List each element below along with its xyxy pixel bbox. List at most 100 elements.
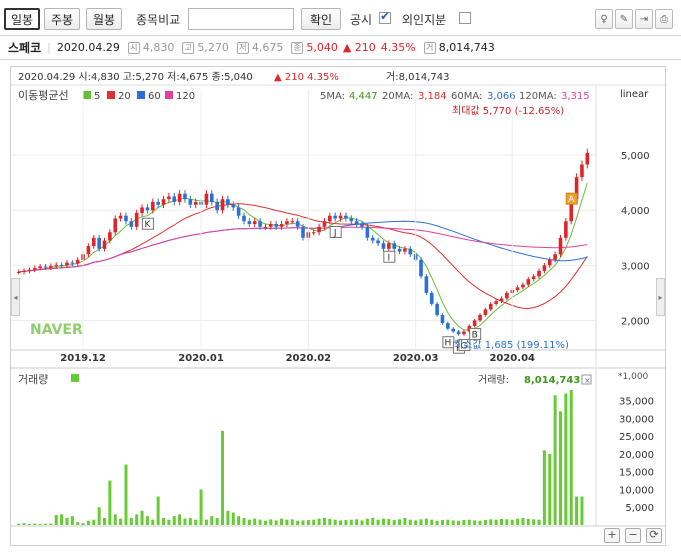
candle-body: [204, 193, 209, 205]
volume-bar: [60, 514, 64, 525]
volume-bar: [408, 519, 412, 525]
volume-bar: [424, 518, 428, 525]
candle-body: [295, 221, 300, 227]
volume-bar: [542, 450, 546, 525]
candle-body: [274, 224, 278, 227]
volume-bar: [242, 517, 246, 525]
volume-bar: [140, 510, 144, 525]
volume-bar: [253, 518, 257, 525]
volume-bar: [376, 519, 380, 525]
max-price-label: 최대값 5,770 (-12.65%): [452, 105, 564, 117]
volume-bar: [65, 517, 69, 525]
volume-bar: [521, 517, 525, 525]
candle-body: [140, 207, 144, 213]
candle-body: [65, 262, 69, 266]
volume-bar: [532, 519, 536, 525]
volume-bar: [355, 519, 359, 525]
volume-bars: [17, 390, 584, 525]
volume-bar: [103, 517, 107, 525]
candle-body: [505, 292, 509, 299]
volume-bar: [328, 518, 332, 525]
candle-body: [370, 237, 375, 241]
candle-body: [542, 265, 547, 271]
ma20-readout-label: 20MA:: [382, 91, 413, 102]
candle-body: [86, 246, 91, 255]
volume-bar: [414, 520, 418, 525]
volume-tick-label: 25,000: [619, 432, 654, 443]
volume-bar: [317, 518, 321, 525]
volume-bar: [70, 516, 74, 525]
candle-body: [236, 207, 241, 216]
candle-body: [564, 221, 568, 238]
volume-bar: [392, 520, 396, 525]
candle-body: [328, 215, 332, 222]
volume-bar: [473, 520, 477, 525]
candle-body: [478, 314, 482, 321]
ma5-label: 5: [94, 91, 100, 102]
candle-body: [440, 314, 445, 324]
volume-bar: [312, 519, 316, 525]
date-tick-label: 2020.03: [393, 353, 439, 364]
candle-body: [231, 204, 236, 208]
volume-bar: [349, 519, 353, 525]
volume-bar: [333, 519, 337, 525]
event-marker-label: I: [388, 253, 391, 263]
volume-bar: [237, 516, 241, 525]
volume-bar: [135, 514, 139, 525]
candle-body: [429, 292, 434, 304]
volume-bar: [489, 519, 493, 525]
candle-body: [54, 264, 59, 266]
volume-bar: [537, 519, 541, 525]
volume-readout-label: 거래량:: [478, 374, 509, 386]
ma20-label: 20: [118, 91, 131, 102]
volume-tick-label: 20,000: [619, 450, 654, 461]
volume-bar: [221, 430, 225, 525]
zoom-in-button[interactable]: +: [604, 528, 620, 543]
volume-bar: [483, 520, 487, 525]
ma120-readout-label: 120MA:: [519, 91, 557, 102]
volume-pane-title: 거래량: [18, 373, 48, 386]
volume-bar: [33, 523, 37, 525]
zoom-out-button[interactable]: −: [625, 528, 641, 543]
volume-bar: [494, 519, 498, 525]
volume-bar: [22, 523, 26, 525]
candle-body: [269, 224, 273, 227]
price-chart[interactable]: 2020.04.29 시:4,830 고:5,270 저:4,675 종:5,0…: [0, 0, 681, 558]
candle-body: [263, 226, 268, 228]
candle-body: [134, 212, 139, 227]
price-tick-label: 4,000: [621, 206, 650, 217]
candle-body: [161, 199, 166, 205]
volume-bar: [274, 520, 278, 525]
candle-body: [285, 221, 289, 224]
scale-mode-label[interactable]: linear: [620, 89, 649, 100]
candle-body: [290, 221, 295, 223]
candle-body: [32, 268, 37, 270]
volume-bar: [398, 519, 402, 525]
candle-body: [97, 237, 101, 249]
price-tick-label: 5,000: [621, 151, 650, 162]
candle-body: [397, 248, 402, 252]
volume-bar: [451, 520, 455, 525]
volume-tick-label: 10,000: [619, 485, 654, 496]
volume-tick-label: 5,000: [625, 503, 654, 514]
candle-body: [344, 215, 348, 219]
volume-bar: [172, 516, 176, 525]
volume-bar: [188, 517, 192, 525]
candle-body: [585, 152, 590, 165]
event-marker-label: H: [444, 339, 451, 349]
volume-tick-label: 15,000: [619, 468, 654, 479]
candle-body: [172, 196, 177, 202]
volume-bar: [17, 523, 21, 525]
candle-body: [91, 237, 96, 247]
volume-bar: [505, 519, 509, 525]
candle-body: [156, 201, 160, 205]
price-axis: 2,000 3,000 4,000 5,000: [621, 151, 650, 327]
volume-bar: [81, 523, 85, 525]
candle-body: [102, 240, 107, 249]
reset-zoom-button[interactable]: ⟳: [646, 528, 662, 543]
ma60-readout-label: 60MA:: [451, 91, 482, 102]
volume-bar: [210, 516, 214, 525]
candle-body: [435, 303, 439, 315]
naver-watermark: NAVER: [30, 322, 83, 338]
volume-bar: [97, 507, 101, 525]
